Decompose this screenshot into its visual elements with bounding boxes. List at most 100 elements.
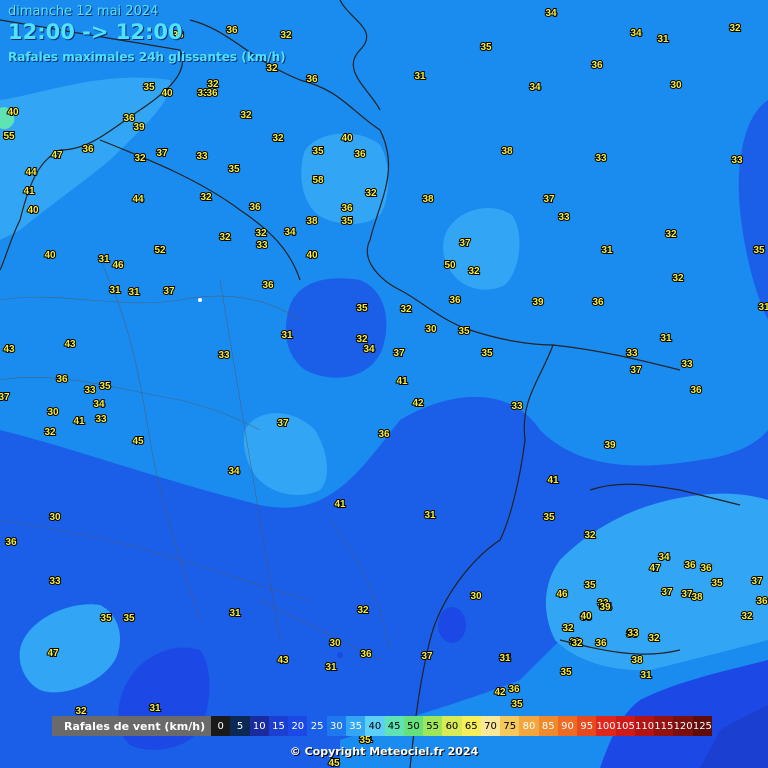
station-value: 30	[49, 512, 61, 523]
station-value: 43	[64, 339, 76, 350]
station-value: 31	[660, 333, 672, 344]
station-value: 32	[266, 63, 278, 74]
station-value: 41	[334, 499, 346, 510]
city-marker-paris	[198, 298, 202, 302]
station-value: 32	[240, 110, 252, 121]
station-value: 37	[751, 576, 763, 587]
station-value: 32	[562, 623, 574, 634]
station-value: 31	[414, 71, 426, 82]
wind-gust-map: 3436 3236 343132353231363634 30403233363539…	[0, 0, 768, 768]
station-value: 32	[672, 273, 684, 284]
station-value: 42	[494, 687, 506, 698]
station-value: 37	[421, 651, 433, 662]
station-value: 32	[219, 232, 231, 243]
station-value: 37	[543, 194, 555, 205]
station-value: 34	[545, 8, 557, 19]
station-value: 33	[95, 414, 107, 425]
station-value: 30	[670, 80, 682, 91]
station-value: 35	[481, 348, 493, 359]
station-value: 36	[684, 560, 696, 571]
station-value: 37	[459, 238, 471, 249]
station-value: 32	[134, 153, 146, 164]
station-value: 35	[312, 146, 324, 157]
station-value: 42	[412, 398, 424, 409]
station-value: 58	[312, 175, 324, 186]
station-value: 36	[123, 113, 135, 124]
station-value: 37	[163, 286, 175, 297]
station-value: 35	[143, 82, 155, 93]
station-value: 37	[0, 392, 10, 403]
legend-bin: 100	[596, 716, 616, 736]
station-value: 37	[630, 365, 642, 376]
zone-20-25-alps	[438, 607, 466, 643]
station-value: 35	[480, 42, 492, 53]
legend-bin: 75	[500, 716, 520, 736]
station-value: 47	[649, 563, 661, 574]
station-value: 36	[354, 149, 366, 160]
station-value: 44	[25, 167, 37, 178]
station-value: 36	[360, 649, 372, 660]
station-value: 34	[529, 82, 541, 93]
station-value: 39	[604, 440, 616, 451]
station-value: 41	[396, 376, 408, 387]
station-value: 35	[560, 667, 572, 678]
station-value: 33	[595, 153, 607, 164]
station-value: 33	[511, 401, 523, 412]
station-value: 30	[425, 324, 437, 335]
station-value: 30	[470, 591, 482, 602]
station-value: 41	[547, 475, 559, 486]
station-value: 31	[109, 285, 121, 296]
legend-bin: 80	[519, 716, 539, 736]
station-value: 31	[640, 670, 652, 681]
station-value: 31	[657, 34, 669, 45]
station-value: 35	[100, 613, 112, 624]
zone-25-30-north	[285, 278, 387, 378]
station-value: 33	[256, 240, 268, 251]
station-value: 39	[532, 297, 544, 308]
legend-bin: 95	[577, 716, 597, 736]
station-value: 34	[93, 399, 105, 410]
station-value: 31	[98, 254, 110, 265]
lake-geneva-marker	[337, 652, 343, 658]
legend-bin: 0	[211, 716, 231, 736]
station-value: 38	[422, 194, 434, 205]
station-value: 31	[424, 510, 436, 521]
station-value: 52	[154, 245, 166, 256]
station-value: 37	[156, 148, 168, 159]
station-value: 36	[341, 203, 353, 214]
station-value: 35	[458, 326, 470, 337]
station-value: 31	[325, 662, 337, 673]
station-value: 36	[56, 374, 68, 385]
legend-bin: 55	[423, 716, 443, 736]
legend-bin: 105	[615, 716, 635, 736]
station-value: 33	[84, 385, 96, 396]
station-value: 36	[249, 202, 261, 213]
station-value: 35	[753, 245, 765, 256]
station-value: 36	[449, 295, 461, 306]
station-value: 38	[631, 655, 643, 666]
legend-bin: 65	[461, 716, 481, 736]
station-value: 35	[711, 578, 723, 589]
legend-bin: 35	[345, 716, 366, 736]
station-value: 38	[691, 592, 703, 603]
station-value: 35	[543, 512, 555, 523]
legend-bin: 110	[634, 716, 655, 736]
station-value: 41	[73, 416, 85, 427]
station-value: 32	[648, 633, 660, 644]
station-value: 32	[255, 228, 267, 239]
station-value: 40	[580, 611, 592, 622]
station-value: 46	[556, 589, 568, 600]
time-range: 12:00 -> 12:00	[8, 20, 183, 44]
station-value: 36	[378, 429, 390, 440]
station-value: 31	[229, 608, 241, 619]
station-value: 36	[306, 74, 318, 85]
station-value: 38	[306, 216, 318, 227]
station-value: 33	[49, 576, 61, 587]
station-value: 31	[149, 703, 161, 714]
legend-bin: 60	[442, 716, 462, 736]
station-value: 32	[44, 427, 56, 438]
station-value: 33	[627, 628, 639, 639]
station-value: 35	[511, 699, 523, 710]
station-value: 33	[681, 359, 693, 370]
station-value: 34	[658, 552, 670, 563]
